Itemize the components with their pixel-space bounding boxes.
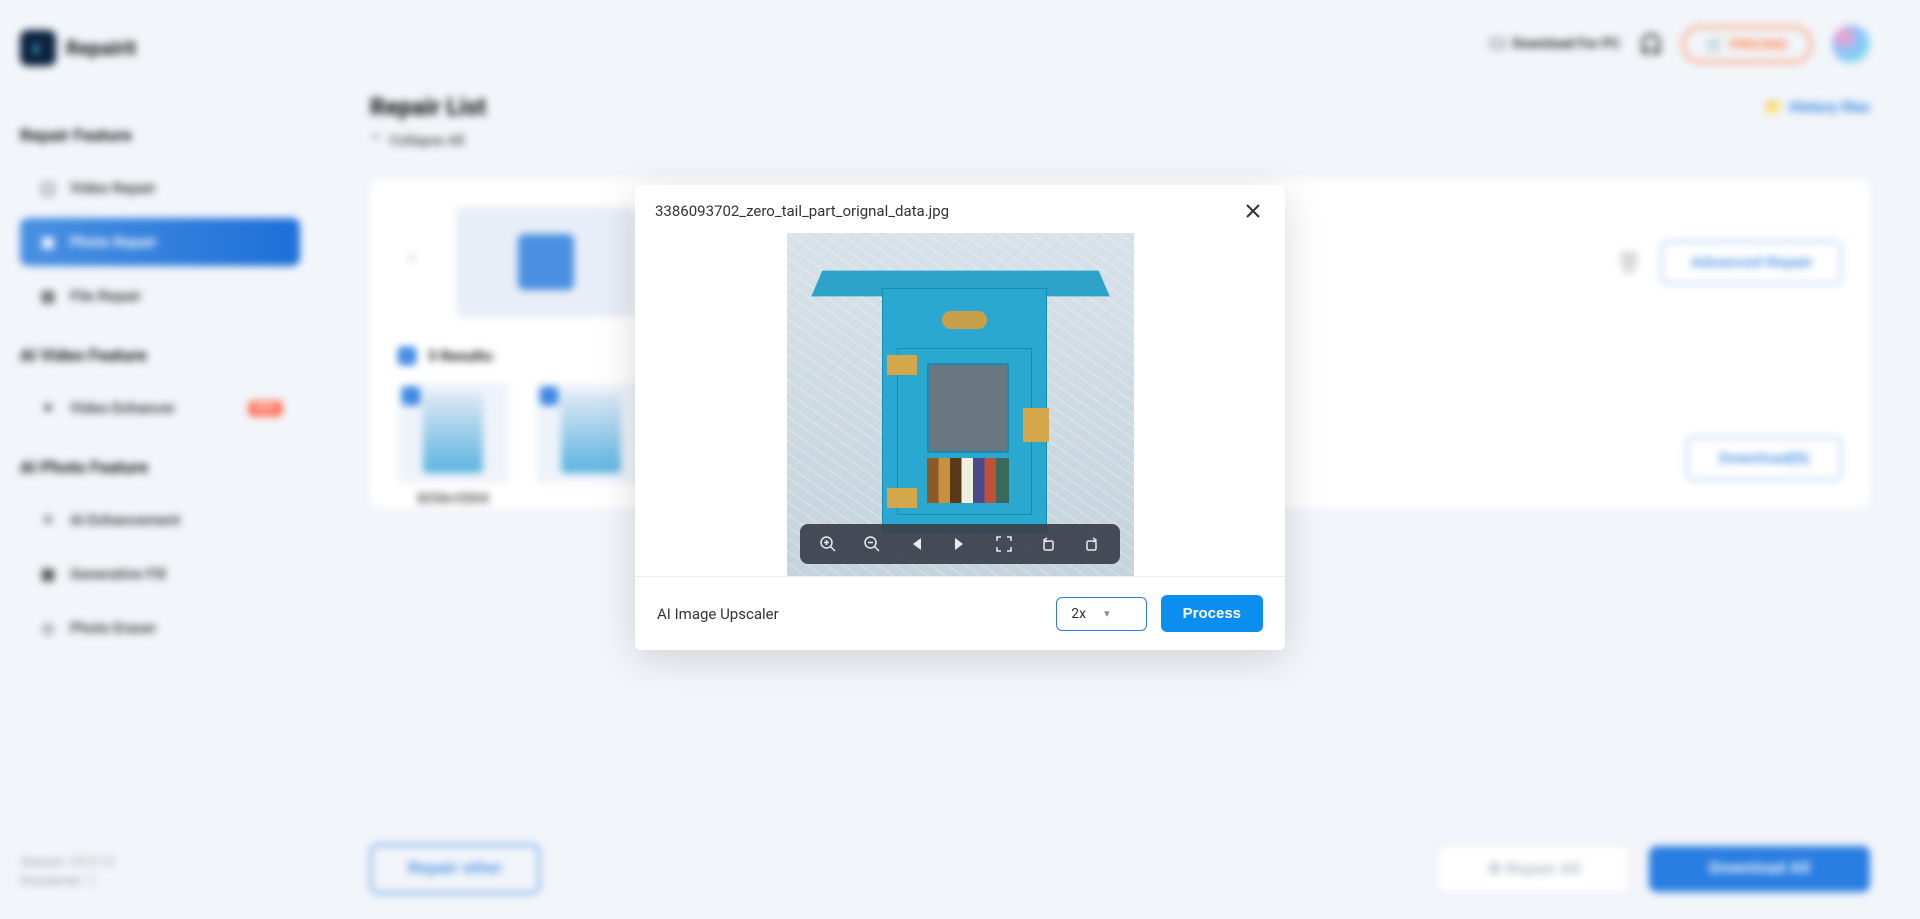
image-toolbar [800, 524, 1120, 564]
modal-image-area [635, 233, 1285, 576]
rotate-left-icon [1040, 536, 1056, 552]
process-button[interactable]: Process [1161, 595, 1263, 632]
scale-dropdown[interactable]: 2x ▾ [1056, 597, 1146, 631]
modal-filename: 3386093702_zero_tail_part_orignal_data.j… [655, 202, 949, 220]
fullscreen-button[interactable] [994, 534, 1014, 554]
scale-value: 2x [1071, 606, 1086, 622]
rotate-right-button[interactable] [1082, 534, 1102, 554]
close-icon [1245, 203, 1261, 219]
zoom-in-button[interactable] [818, 534, 838, 554]
modal-footer: AI Image Upscaler 2x ▾ Process [635, 576, 1285, 650]
previous-button[interactable] [906, 534, 926, 554]
close-button[interactable] [1241, 199, 1265, 223]
zoom-in-icon [819, 535, 837, 553]
preview-image [787, 233, 1134, 576]
chevron-down-icon: ▾ [1104, 607, 1110, 620]
modal-header: 3386093702_zero_tail_part_orignal_data.j… [635, 185, 1285, 233]
modal-backdrop: 3386093702_zero_tail_part_orignal_data.j… [0, 0, 1920, 919]
rotate-right-icon [1084, 536, 1100, 552]
rotate-left-button[interactable] [1038, 534, 1058, 554]
zoom-out-icon [863, 535, 881, 553]
image-preview-modal: 3386093702_zero_tail_part_orignal_data.j… [635, 185, 1285, 650]
next-button[interactable] [950, 534, 970, 554]
fullscreen-icon [996, 536, 1012, 552]
skip-previous-icon [908, 536, 924, 552]
skip-next-icon [952, 536, 968, 552]
zoom-out-button[interactable] [862, 534, 882, 554]
upscaler-label: AI Image Upscaler [657, 605, 779, 623]
